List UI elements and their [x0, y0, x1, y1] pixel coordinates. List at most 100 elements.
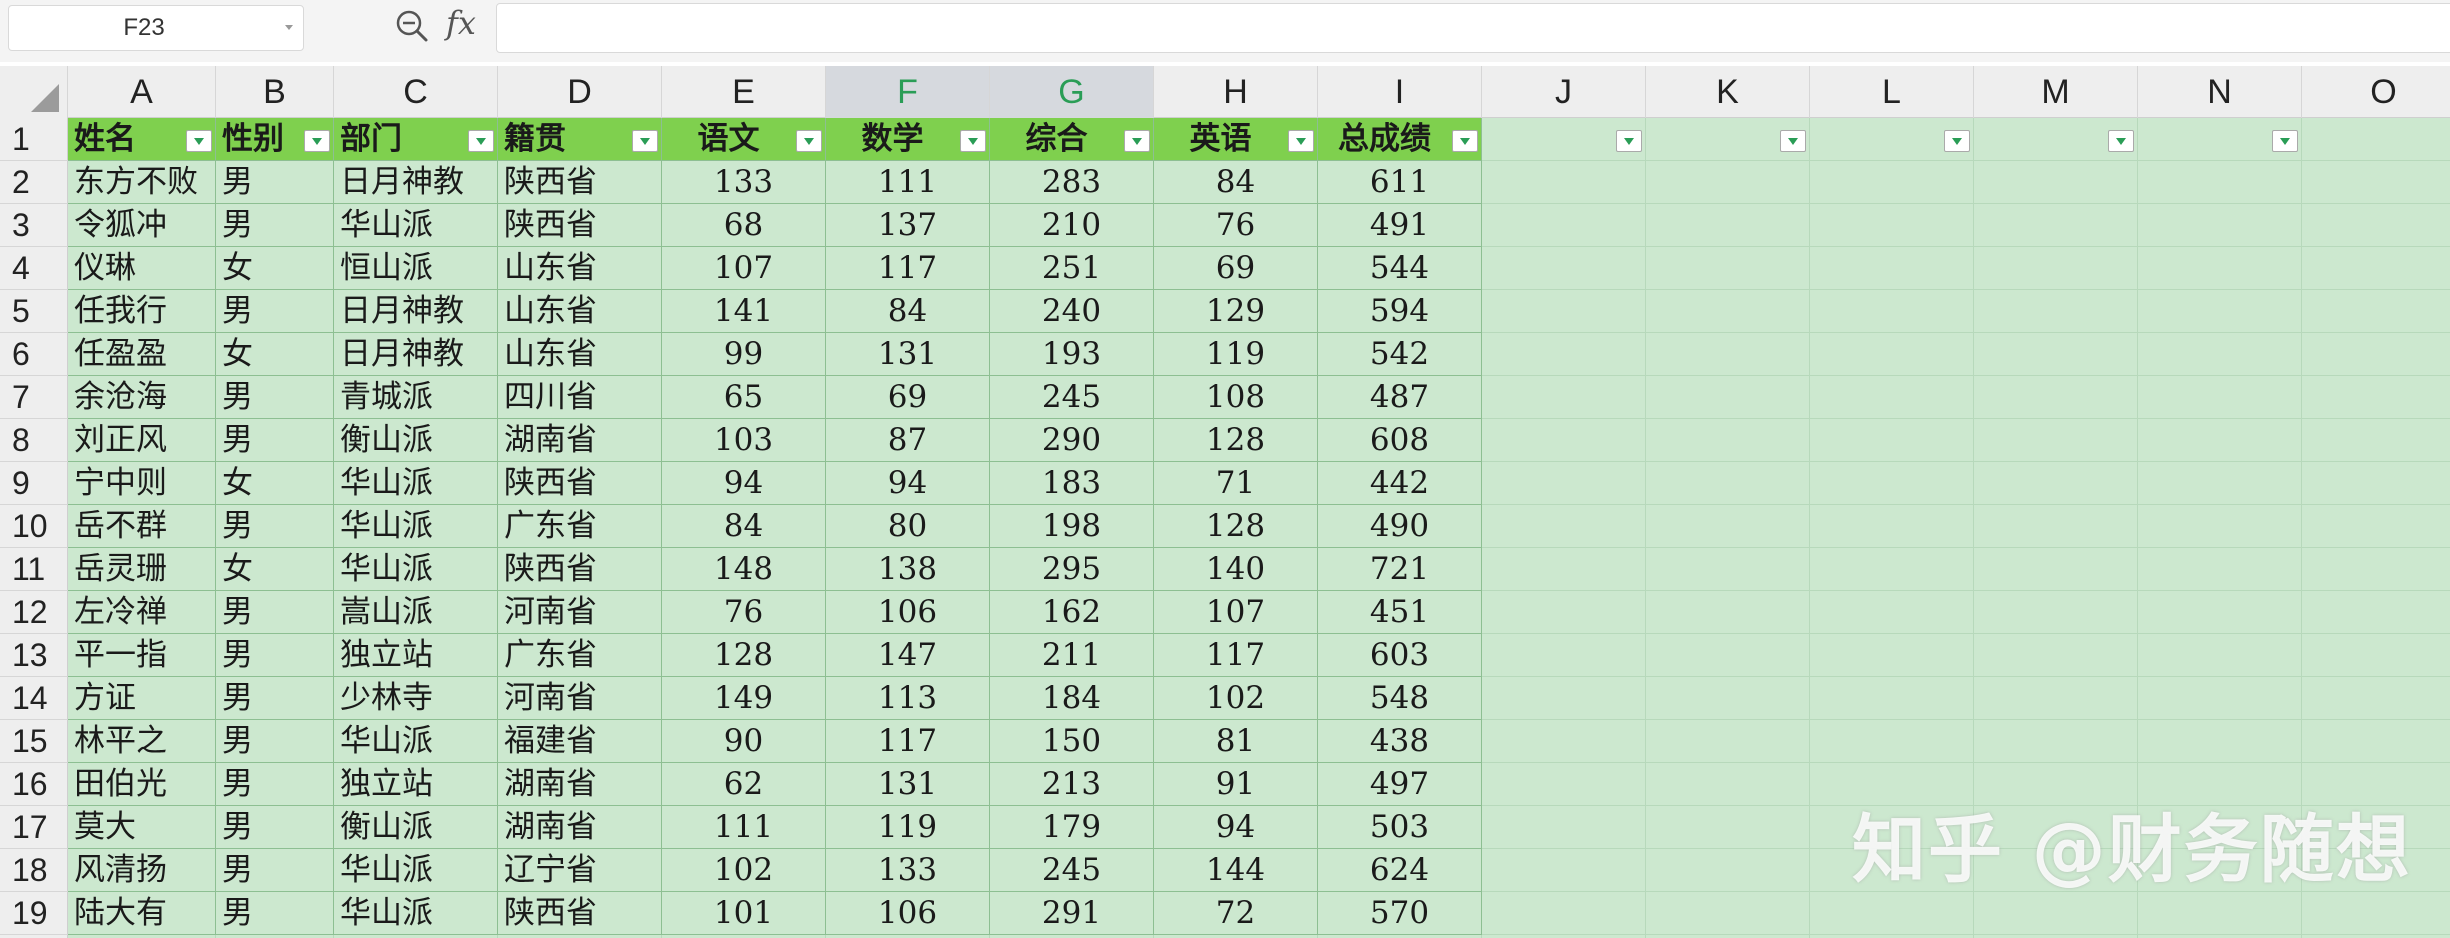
data-cell[interactable]: 山东省	[498, 290, 662, 333]
data-cell[interactable]: 男	[216, 290, 334, 333]
data-cell[interactable]: 108	[1154, 376, 1318, 419]
data-cell[interactable]: 107	[662, 247, 826, 290]
data-cell[interactable]: 山东省	[498, 247, 662, 290]
data-cell[interactable]: 544	[1318, 247, 1482, 290]
empty-cell[interactable]	[2302, 677, 2450, 720]
empty-cell[interactable]	[1482, 806, 1646, 849]
data-cell[interactable]: 岳灵珊	[68, 548, 216, 591]
data-cell[interactable]: 任我行	[68, 290, 216, 333]
filter-dropdown-icon[interactable]	[2272, 130, 2298, 152]
data-cell[interactable]: 251	[990, 247, 1154, 290]
empty-cell[interactable]	[1482, 419, 1646, 462]
name-box-value[interactable]: F23	[9, 6, 279, 50]
empty-cell[interactable]	[1646, 204, 1810, 247]
data-cell[interactable]: 290	[990, 419, 1154, 462]
empty-cell[interactable]	[1974, 462, 2138, 505]
empty-cell[interactable]	[1482, 591, 1646, 634]
empty-cell[interactable]	[2302, 419, 2450, 462]
data-cell[interactable]: 湖南省	[498, 419, 662, 462]
empty-cell[interactable]	[1646, 849, 1810, 892]
data-cell[interactable]: 陕西省	[498, 204, 662, 247]
empty-cell[interactable]	[1646, 247, 1810, 290]
data-cell[interactable]: 144	[1154, 849, 1318, 892]
empty-cell[interactable]	[1482, 763, 1646, 806]
empty-cell[interactable]	[1482, 548, 1646, 591]
zoom-out-icon[interactable]	[394, 8, 430, 44]
data-cell[interactable]: 117	[1154, 634, 1318, 677]
data-cell[interactable]: 138	[826, 548, 990, 591]
data-cell[interactable]: 184	[990, 677, 1154, 720]
empty-cell[interactable]	[2138, 677, 2302, 720]
data-cell[interactable]: 129	[1154, 290, 1318, 333]
data-cell[interactable]: 男	[216, 505, 334, 548]
data-cell[interactable]: 131	[826, 763, 990, 806]
empty-cell[interactable]	[2302, 333, 2450, 376]
data-cell[interactable]: 131	[826, 333, 990, 376]
row-header-7[interactable]: 7	[0, 376, 68, 419]
data-cell[interactable]: 风清扬	[68, 849, 216, 892]
empty-cell[interactable]	[1974, 204, 2138, 247]
data-cell[interactable]: 宁中则	[68, 462, 216, 505]
data-cell[interactable]: 独立站	[334, 763, 498, 806]
empty-cell[interactable]	[1482, 849, 1646, 892]
data-cell[interactable]: 117	[826, 247, 990, 290]
data-cell[interactable]: 田伯光	[68, 763, 216, 806]
data-cell[interactable]: 211	[990, 634, 1154, 677]
filter-dropdown-icon[interactable]	[1124, 130, 1150, 152]
data-cell[interactable]: 140	[1154, 548, 1318, 591]
data-cell[interactable]: 女	[216, 548, 334, 591]
empty-cell[interactable]	[2302, 161, 2450, 204]
data-cell[interactable]: 四川省	[498, 376, 662, 419]
empty-cell[interactable]	[1482, 204, 1646, 247]
data-cell[interactable]: 113	[826, 677, 990, 720]
data-cell[interactable]: 111	[826, 161, 990, 204]
filter-dropdown-icon[interactable]	[186, 130, 212, 152]
data-cell[interactable]: 81	[1154, 720, 1318, 763]
data-cell[interactable]: 624	[1318, 849, 1482, 892]
data-cell[interactable]: 岳不群	[68, 505, 216, 548]
data-cell[interactable]: 日月神教	[334, 161, 498, 204]
data-cell[interactable]: 东方不败	[68, 161, 216, 204]
data-cell[interactable]: 华山派	[334, 849, 498, 892]
filter-dropdown-icon[interactable]	[796, 130, 822, 152]
data-cell[interactable]: 91	[1154, 763, 1318, 806]
empty-cell[interactable]	[1646, 290, 1810, 333]
header-cell-a[interactable]: 姓名	[68, 118, 216, 161]
data-cell[interactable]: 62	[662, 763, 826, 806]
empty-cell[interactable]	[1810, 548, 1974, 591]
empty-cell[interactable]	[1974, 247, 2138, 290]
filter-dropdown-icon[interactable]	[632, 130, 658, 152]
row-header-4[interactable]: 4	[0, 247, 68, 290]
data-cell[interactable]: 570	[1318, 892, 1482, 935]
data-cell[interactable]: 令狐冲	[68, 204, 216, 247]
header-cell-c[interactable]: 部门	[334, 118, 498, 161]
data-cell[interactable]: 平一指	[68, 634, 216, 677]
empty-cell[interactable]	[2302, 720, 2450, 763]
data-cell[interactable]: 广东省	[498, 634, 662, 677]
data-cell[interactable]: 男	[216, 591, 334, 634]
data-cell[interactable]: 少林寺	[334, 677, 498, 720]
data-cell[interactable]: 106	[826, 892, 990, 935]
header-cell-n[interactable]	[2138, 118, 2302, 161]
empty-cell[interactable]	[1810, 505, 1974, 548]
empty-cell[interactable]	[2302, 548, 2450, 591]
row-header-13[interactable]: 13	[0, 634, 68, 677]
data-cell[interactable]: 107	[1154, 591, 1318, 634]
empty-cell[interactable]	[1974, 376, 2138, 419]
data-cell[interactable]: 69	[826, 376, 990, 419]
header-cell-m[interactable]	[1974, 118, 2138, 161]
row-header-1[interactable]: 1	[0, 118, 68, 161]
empty-cell[interactable]	[2302, 376, 2450, 419]
data-cell[interactable]: 男	[216, 720, 334, 763]
data-cell[interactable]: 71	[1154, 462, 1318, 505]
empty-cell[interactable]	[1974, 634, 2138, 677]
data-cell[interactable]: 嵩山派	[334, 591, 498, 634]
data-cell[interactable]: 149	[662, 677, 826, 720]
data-cell[interactable]: 69	[1154, 247, 1318, 290]
data-cell[interactable]: 华山派	[334, 548, 498, 591]
data-cell[interactable]: 611	[1318, 161, 1482, 204]
data-cell[interactable]: 150	[990, 720, 1154, 763]
data-cell[interactable]: 487	[1318, 376, 1482, 419]
empty-cell[interactable]	[1810, 376, 1974, 419]
data-cell[interactable]: 141	[662, 290, 826, 333]
